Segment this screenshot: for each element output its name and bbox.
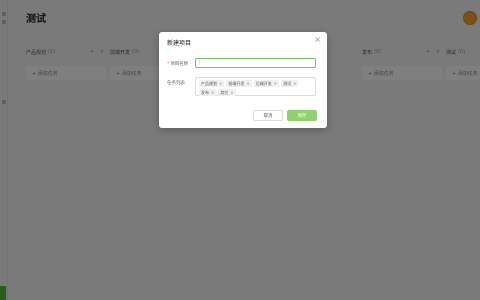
tag: 前端开发 × bbox=[226, 80, 252, 87]
tag-remove-icon[interactable]: × bbox=[219, 81, 222, 86]
tag-remove-icon[interactable]: × bbox=[230, 90, 233, 95]
tag-remove-icon[interactable]: × bbox=[274, 81, 277, 86]
project-name-label: *项目名称 bbox=[167, 62, 189, 67]
project-name-input[interactable] bbox=[195, 58, 316, 68]
task-list-row: 任务列表 产品规划 × 前端开发 × 后端开发 × 测试 × 发布 × 其它 × bbox=[167, 77, 316, 96]
tag: 后端开发 × bbox=[253, 80, 280, 87]
project-name-row: *项目名称 bbox=[167, 58, 316, 68]
task-list-label: 任务列表 bbox=[167, 81, 185, 86]
required-mark: * bbox=[167, 62, 170, 67]
new-project-dialog: 新建项目 × *项目名称 任务列表 产品规划× 前端开发× 后端开发× 测试× … bbox=[159, 32, 327, 128]
tag-remove-icon[interactable]: × bbox=[246, 81, 249, 86]
dialog-title: 新建项目 bbox=[167, 40, 192, 47]
tag: 发布 × bbox=[199, 89, 217, 96]
close-icon[interactable]: × bbox=[314, 36, 321, 44]
task-list-tags[interactable]: 产品规划 × 前端开发 × 后端开发 × 测试 × 发布 × 其它 × bbox=[195, 77, 316, 96]
tag-remove-icon[interactable]: × bbox=[293, 81, 296, 86]
save-button[interactable]: 保存 bbox=[287, 110, 317, 121]
tag: 测试 × bbox=[281, 80, 299, 87]
tag-remove-icon[interactable]: × bbox=[211, 90, 214, 95]
tag: 其它 × bbox=[218, 89, 236, 96]
cancel-button[interactable]: 取消 bbox=[253, 110, 283, 121]
tag: 产品规划 × bbox=[199, 80, 225, 87]
